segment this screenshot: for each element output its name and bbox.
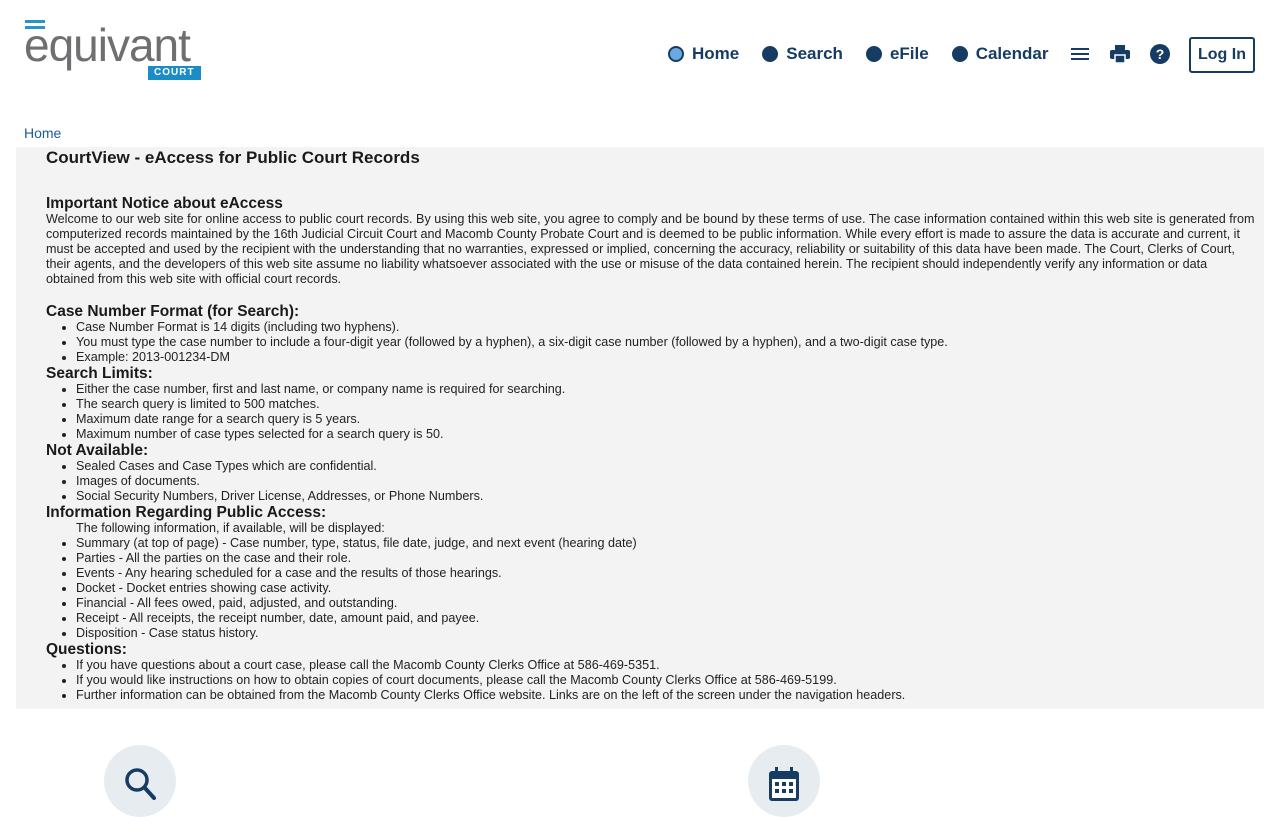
- nav-calendar-label: Calendar: [975, 44, 1049, 63]
- list-item: Case Number Format is 14 digits (includi…: [76, 320, 1256, 335]
- list-item: Maximum date range for a search query is…: [76, 412, 1256, 427]
- list-item: If you have questions about a court case…: [76, 658, 1256, 673]
- home-dot-icon: [668, 46, 684, 62]
- limits-heading: Search Limits:: [46, 365, 153, 382]
- notice-heading: Important Notice about eAccess: [46, 195, 283, 212]
- login-button[interactable]: Log In: [1189, 37, 1255, 73]
- format-heading: Case Number Format (for Search):: [46, 303, 300, 320]
- efile-dot-icon: [865, 46, 882, 62]
- page-title: CourtView - eAccess for Public Court Rec…: [46, 148, 420, 167]
- not-available-heading: Not Available:: [46, 442, 149, 459]
- logo-court-badge: COURT: [148, 66, 201, 80]
- list-item: Social Security Numbers, Driver License,…: [76, 489, 1256, 504]
- list-item: Docket - Docket entries showing case act…: [76, 581, 1256, 596]
- search-dot-icon: [762, 46, 779, 62]
- questions-list: If you have questions about a court case…: [46, 658, 1256, 703]
- svg-text:?: ?: [1156, 46, 1165, 62]
- list-item: Either the case number, first and last n…: [76, 382, 1256, 397]
- hamburger-icon[interactable]: [1068, 42, 1092, 66]
- list-item: The search query is limited to 500 match…: [76, 397, 1256, 412]
- notice-content: CourtView - eAccess for Public Court Rec…: [46, 147, 1256, 703]
- format-list: Case Number Format is 14 digits (includi…: [46, 320, 1256, 365]
- questions-heading: Questions:: [46, 641, 127, 658]
- list-item: Example: 2013-001234-DM: [76, 350, 1256, 365]
- logo-wordmark: equivant: [24, 19, 191, 71]
- public-access-intro: The following information, if available,…: [76, 521, 385, 535]
- list-item: Receipt - All receipts, the receipt numb…: [76, 611, 1256, 626]
- notice-paragraph: Welcome to our web site for online acces…: [46, 212, 1255, 286]
- list-item: Events - Any hearing scheduled for a cas…: [76, 566, 1256, 581]
- nav-calendar[interactable]: Calendar: [951, 44, 1049, 64]
- nav-search[interactable]: Search: [762, 44, 843, 64]
- public-access-heading: Information Regarding Public Access:: [46, 504, 327, 521]
- list-item: If you would like instructions on how to…: [76, 673, 1256, 688]
- search-tile[interactable]: [104, 745, 176, 817]
- list-item: Financial - All fees owed, paid, adjuste…: [76, 596, 1256, 611]
- list-item: Summary (at top of page) - Case number, …: [76, 536, 1256, 551]
- calendar-dot-icon: [951, 46, 968, 62]
- help-circle-icon[interactable]: ?: [1148, 42, 1172, 66]
- nav-home-label: Home: [692, 44, 740, 63]
- not-available-list: Sealed Cases and Case Types which are co…: [46, 459, 1256, 504]
- notice-panel: CourtView - eAccess for Public Court Rec…: [16, 147, 1264, 709]
- nav-efile-label: eFile: [889, 44, 929, 63]
- public-access-list: Summary (at top of page) - Case number, …: [46, 536, 1256, 641]
- nav-search-label: Search: [786, 44, 843, 63]
- calendar-icon: [769, 767, 799, 801]
- list-item: Parties - All the parties on the case an…: [76, 551, 1256, 566]
- breadcrumb-home[interactable]: Home: [24, 125, 61, 141]
- limits-list: Either the case number, first and last n…: [46, 382, 1256, 442]
- search-icon: [125, 768, 156, 800]
- main-nav: Home Search eFile Calendar ?: [668, 38, 1188, 70]
- list-item: You must type the case number to include…: [76, 335, 1256, 350]
- equivant-logo[interactable]: equivant COURT: [24, 18, 201, 82]
- list-item: Further information can be obtained from…: [76, 688, 1256, 703]
- list-item: Maximum number of case types selected fo…: [76, 427, 1256, 442]
- list-item: Images of documents.: [76, 474, 1256, 489]
- printer-icon[interactable]: [1108, 42, 1132, 66]
- list-item: Sealed Cases and Case Types which are co…: [76, 459, 1256, 474]
- list-item: Disposition - Case status history.: [76, 626, 1256, 641]
- nav-home[interactable]: Home: [668, 44, 739, 64]
- nav-efile[interactable]: eFile: [865, 44, 929, 64]
- calendar-tile[interactable]: [748, 745, 820, 817]
